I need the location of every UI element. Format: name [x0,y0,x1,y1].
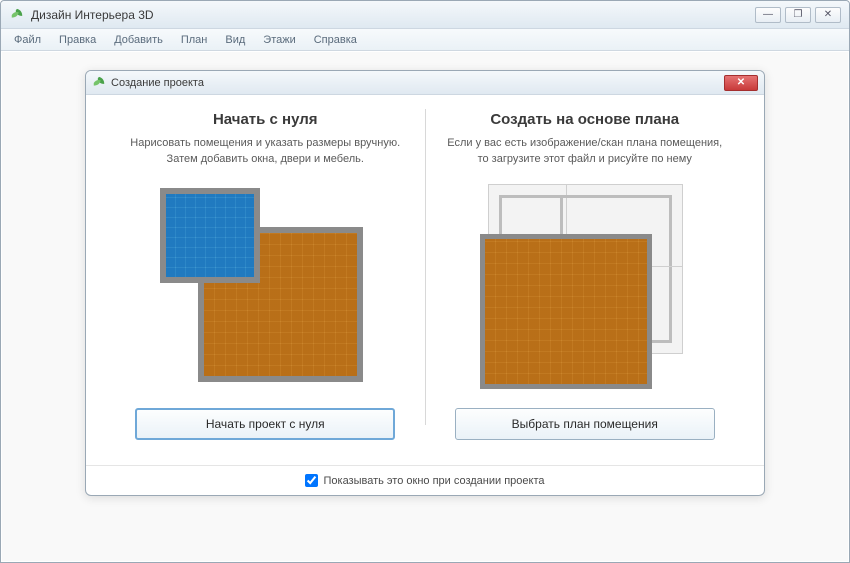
scratch-description: Нарисовать помещения и указать размеры в… [130,136,400,168]
dialog-close-button[interactable]: ✕ [724,75,758,91]
orange-overlay-room-icon [480,234,652,389]
from-plan-panel: Создать на основе плана Если у вас есть … [426,105,745,459]
show-on-startup-label: Показывать это окно при создании проекта [323,475,544,487]
dialog-footer: Показывать это окно при создании проекта [86,465,764,495]
window-close-button[interactable]: ✕ [815,7,841,23]
plan-illustration [470,182,700,392]
dialog-title: Создание проекта [111,77,724,89]
app-icon [9,7,25,23]
start-from-scratch-panel: Начать с нуля Нарисовать помещения и ука… [106,105,425,459]
blue-room-icon [160,188,260,283]
menu-add[interactable]: Добавить [107,32,170,48]
window-controls: — ❐ ✕ [755,7,841,23]
main-titlebar[interactable]: Дизайн Интерьера 3D — ❐ ✕ [1,1,849,29]
dialog-titlebar[interactable]: Создание проекта ✕ [86,71,764,95]
plan-description: Если у вас есть изображение/скан плана п… [447,136,722,168]
menu-file[interactable]: Файл [7,32,48,48]
menu-help[interactable]: Справка [307,32,364,48]
menu-edit[interactable]: Правка [52,32,103,48]
maximize-button[interactable]: ❐ [785,7,811,23]
menu-view[interactable]: Вид [218,32,252,48]
plan-heading: Создать на основе плана [490,111,679,128]
scratch-heading: Начать с нуля [213,111,318,128]
scratch-illustration [150,182,380,392]
app-title: Дизайн Интерьера 3D [31,8,755,22]
choose-plan-button[interactable]: Выбрать план помещения [455,408,715,440]
minimize-button[interactable]: — [755,7,781,23]
new-project-dialog: Создание проекта ✕ Начать с нуля Нарисов… [85,70,765,496]
start-from-scratch-button[interactable]: Начать проект с нуля [135,408,395,440]
main-window: Дизайн Интерьера 3D — ❐ ✕ Файл Правка До… [0,0,850,563]
menu-plan[interactable]: План [174,32,215,48]
menu-floors[interactable]: Этажи [256,32,302,48]
dialog-icon [92,76,106,90]
client-area: Создание проекта ✕ Начать с нуля Нарисов… [2,52,848,561]
dialog-body: Начать с нуля Нарисовать помещения и ука… [86,95,764,465]
menubar: Файл Правка Добавить План Вид Этажи Спра… [1,29,849,51]
show-on-startup-checkbox[interactable] [305,474,318,487]
